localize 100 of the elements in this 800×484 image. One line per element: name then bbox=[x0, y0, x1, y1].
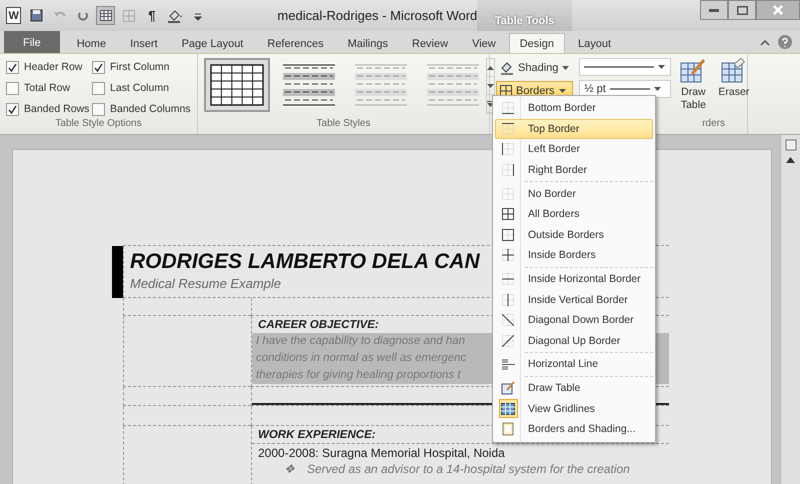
group-label: rders bbox=[702, 118, 725, 131]
ribbon-tab[interactable]: Layout bbox=[566, 33, 622, 53]
style-option-checkbox[interactable]: Banded Rows bbox=[6, 100, 92, 118]
minimize-button[interactable] bbox=[700, 0, 728, 20]
line-style-dropdown[interactable] bbox=[579, 58, 672, 76]
menu-item[interactable]: Left Border bbox=[495, 139, 653, 160]
check-icon bbox=[8, 104, 17, 114]
caret-icon bbox=[487, 66, 494, 70]
border-icon bbox=[502, 122, 514, 135]
customize-toolbar-icon[interactable] bbox=[194, 10, 202, 20]
file-menu-button[interactable]: File bbox=[4, 31, 60, 53]
help-icon[interactable] bbox=[778, 35, 792, 49]
menu-item[interactable]: Inside Horizontal Border bbox=[495, 268, 653, 290]
scroll-up-icon[interactable] bbox=[786, 157, 795, 163]
minimize-icon bbox=[709, 8, 719, 12]
page-border-icon bbox=[502, 422, 514, 436]
collapse-ribbon-icon[interactable] bbox=[760, 38, 770, 46]
save-icon[interactable] bbox=[30, 9, 44, 22]
border-icon bbox=[502, 249, 514, 262]
context-title: Table Tools bbox=[477, 0, 572, 31]
style-option-checkbox[interactable]: Last Column bbox=[92, 79, 192, 97]
group-label: Table Styles bbox=[316, 118, 370, 131]
group-label: Table Style Options bbox=[55, 118, 142, 131]
pencil-table-icon bbox=[501, 381, 515, 396]
menu-item[interactable]: Bottom Border bbox=[495, 98, 653, 119]
maximize-icon bbox=[736, 6, 748, 14]
close-icon bbox=[773, 5, 783, 15]
style-option-checkbox[interactable]: Total Row bbox=[6, 79, 92, 97]
line-sample-icon bbox=[584, 66, 654, 68]
job-entry: 2000-2008: Suragna Memorial Hospital, Noida bbox=[258, 446, 505, 460]
check-icon bbox=[94, 62, 103, 72]
menu-item[interactable]: Draw Table bbox=[495, 378, 653, 398]
section-heading: CAREER OBJECTIVE: bbox=[258, 318, 379, 333]
objective-paragraph: I have the capability to diagnose and han conditions in normal as well as emergenc therapies for giving healing proportions t bbox=[256, 334, 466, 383]
border-icon bbox=[502, 294, 514, 306]
ribbon-tab[interactable]: Insert bbox=[119, 33, 169, 53]
title-accent-bar bbox=[112, 246, 123, 298]
border-icon bbox=[502, 188, 514, 200]
border-icon bbox=[502, 102, 514, 114]
caret-icon bbox=[658, 65, 666, 69]
menu-item[interactable]: Outside Borders bbox=[495, 224, 653, 246]
style-option-checkbox[interactable]: First Column bbox=[92, 58, 192, 76]
check-icon bbox=[8, 62, 17, 72]
border-icon bbox=[502, 164, 514, 176]
eraser-table-icon bbox=[720, 58, 747, 84]
menu-item[interactable]: Inside Borders bbox=[495, 245, 653, 266]
ribbon-tab[interactable]: Design bbox=[508, 33, 565, 53]
menu-item[interactable]: No Border bbox=[495, 183, 653, 204]
menu-item[interactable]: Borders and Shading... bbox=[495, 418, 653, 440]
bullet-text: Served as an advisor to a 14-hospital system for the creation bbox=[307, 462, 630, 476]
ruler-icon[interactable] bbox=[784, 139, 796, 151]
caret-icon bbox=[487, 84, 494, 88]
redo-icon[interactable] bbox=[76, 10, 89, 22]
menu-item[interactable]: Horizontal Line bbox=[495, 354, 653, 375]
pencil-table-icon bbox=[680, 58, 706, 84]
close-button[interactable] bbox=[756, 0, 800, 20]
ribbon-tab[interactable]: Mailings bbox=[336, 33, 399, 53]
draw-table-button[interactable]: Draw Table bbox=[677, 58, 710, 118]
resume-name: RODRIGES LAMBERTO DELA CAN bbox=[130, 250, 480, 274]
shading-button[interactable]: Shading bbox=[496, 58, 574, 77]
menu-item[interactable]: Diagonal Up Border bbox=[495, 330, 653, 352]
table-icon bbox=[100, 10, 112, 21]
ribbon-tab[interactable]: Review bbox=[401, 33, 460, 53]
caret-icon bbox=[654, 87, 661, 91]
menu-item[interactable]: Right Border bbox=[495, 160, 653, 180]
border-icon bbox=[502, 208, 514, 220]
style-option-checkbox[interactable]: Banded Columns bbox=[92, 100, 192, 118]
menu-item[interactable]: Diagonal Down Border bbox=[495, 310, 653, 331]
table-style-option[interactable] bbox=[204, 58, 270, 112]
paint-bucket-icon bbox=[500, 60, 514, 74]
border-icon bbox=[502, 273, 514, 286]
menu-item[interactable]: All Borders bbox=[495, 204, 653, 225]
app-logo[interactable]: W bbox=[6, 7, 22, 24]
menu-item[interactable]: Inside Vertical Border bbox=[495, 289, 653, 310]
border-icon bbox=[502, 314, 514, 326]
ribbon-tab[interactable]: Page Layout bbox=[170, 33, 254, 53]
ribbon-tab[interactable]: View bbox=[461, 33, 507, 53]
caret-icon bbox=[558, 88, 566, 92]
eraser-button[interactable]: Eraser bbox=[715, 58, 752, 118]
ribbon-tab[interactable]: Home bbox=[66, 33, 118, 53]
fill-color-icon[interactable] bbox=[166, 8, 183, 22]
border-icon bbox=[502, 143, 514, 156]
border-icon bbox=[502, 228, 514, 241]
menu-item[interactable]: View Gridlines bbox=[495, 398, 653, 419]
caret-icon bbox=[562, 66, 570, 70]
resume-subtitle: Medical Resume Example bbox=[130, 276, 282, 291]
border-icon bbox=[502, 334, 514, 347]
vertical-scrollbar[interactable] bbox=[780, 135, 800, 484]
menu-item[interactable]: Top Border bbox=[495, 118, 653, 140]
horizontal-line-icon bbox=[502, 358, 514, 370]
table-style-thumbnail bbox=[210, 64, 264, 106]
table-style-thumbnail bbox=[354, 64, 408, 106]
gridlines-icon bbox=[501, 402, 515, 415]
ribbon-tab[interactable]: References bbox=[256, 33, 335, 53]
maximize-button[interactable] bbox=[728, 0, 756, 20]
formatting-marks-button[interactable]: ¶ bbox=[142, 6, 162, 25]
table-button[interactable] bbox=[96, 6, 116, 25]
table-style-thumbnail bbox=[426, 64, 480, 106]
line-sample-icon bbox=[610, 88, 650, 90]
style-option-checkbox[interactable]: Header Row bbox=[6, 58, 92, 76]
